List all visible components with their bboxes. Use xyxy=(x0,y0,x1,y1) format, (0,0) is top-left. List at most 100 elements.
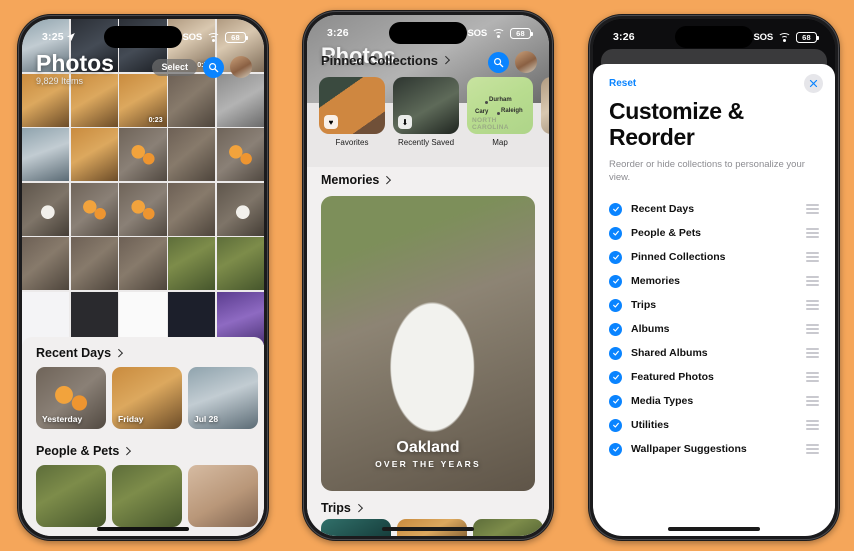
drag-handle-icon[interactable] xyxy=(806,228,819,238)
drag-handle-icon[interactable] xyxy=(806,396,819,406)
checkmark-icon[interactable] xyxy=(609,202,622,216)
trip-card[interactable] xyxy=(321,519,391,536)
drag-handle-icon[interactable] xyxy=(806,372,819,382)
drag-handle-icon[interactable] xyxy=(806,420,819,430)
option-label: Utilities xyxy=(631,419,669,432)
checkmark-icon[interactable] xyxy=(609,370,622,384)
grid-photo[interactable] xyxy=(216,182,264,236)
select-button[interactable]: Select xyxy=(152,58,197,76)
map-dot xyxy=(497,112,500,115)
map-label-cary: Cary xyxy=(475,109,489,115)
people-pet-card[interactable] xyxy=(188,465,258,527)
list-item[interactable]: Media Types xyxy=(593,389,835,413)
drag-handle-icon[interactable] xyxy=(806,204,819,214)
list-item[interactable]: People & Pets xyxy=(593,221,835,245)
people-pets-row[interactable] xyxy=(22,465,264,527)
list-item[interactable]: Shared Albums xyxy=(593,341,835,365)
grid-photo[interactable] xyxy=(168,237,216,290)
search-icon xyxy=(494,57,504,67)
page-title: Photos xyxy=(36,50,114,76)
close-icon xyxy=(809,79,818,88)
battery-indicator: 68 xyxy=(510,27,533,39)
checkmark-icon[interactable] xyxy=(609,394,622,408)
search-button[interactable] xyxy=(203,56,224,78)
video-duration: 0:23 xyxy=(148,116,163,124)
trip-card[interactable] xyxy=(473,519,543,536)
pinned-item-recently-saved[interactable]: ⬇ Recently Saved xyxy=(393,77,459,147)
avatar[interactable] xyxy=(230,56,252,78)
option-label: Recent Days xyxy=(631,203,695,216)
recent-day-card[interactable]: Yesterday xyxy=(36,367,106,429)
drag-handle-icon[interactable] xyxy=(806,252,819,262)
section-header-memories[interactable]: Memories xyxy=(307,167,549,191)
list-item[interactable]: Pinned Collections xyxy=(593,245,835,269)
collections-body: Memories Oakland OVER THE YEARS Trips xyxy=(307,167,549,536)
checkmark-icon[interactable] xyxy=(609,226,622,240)
grid-photo[interactable] xyxy=(216,128,264,181)
grid-photo[interactable] xyxy=(168,128,216,181)
grid-photo[interactable] xyxy=(70,128,118,181)
pinned-collections-row[interactable]: ♥ Favorites ⬇ Recently Saved Durham Rale… xyxy=(319,77,549,147)
drag-handle-icon[interactable] xyxy=(806,444,819,454)
pinned-item-map[interactable]: Durham Raleigh Cary NORTH CAROLINA Map xyxy=(467,77,533,147)
list-item[interactable]: Recent Days xyxy=(593,197,835,221)
grid-photo[interactable] xyxy=(216,237,264,290)
sos-label: SOS xyxy=(753,31,774,43)
pinned-item-favorites[interactable]: ♥ Favorites xyxy=(319,77,385,147)
reset-button[interactable]: Reset xyxy=(609,78,636,89)
list-item[interactable]: Albums xyxy=(593,317,835,341)
section-header-trips[interactable]: Trips xyxy=(307,491,549,519)
home-indicator[interactable] xyxy=(668,527,760,531)
people-pet-card[interactable] xyxy=(36,465,106,527)
checkmark-icon[interactable] xyxy=(609,418,622,432)
header-actions: Select xyxy=(152,51,252,78)
list-item[interactable]: Wallpaper Suggestions xyxy=(593,437,835,461)
checkmark-icon[interactable] xyxy=(609,322,622,336)
home-indicator[interactable] xyxy=(97,527,189,531)
home-indicator[interactable] xyxy=(382,527,474,531)
checkmark-icon[interactable] xyxy=(609,298,622,312)
section-header-recent-days[interactable]: Recent Days xyxy=(22,337,264,367)
list-item[interactable]: Utilities xyxy=(593,413,835,437)
wifi-icon xyxy=(207,32,220,42)
drag-handle-icon[interactable] xyxy=(806,276,819,286)
checkmark-icon[interactable] xyxy=(609,274,622,288)
pinned-item-partial[interactable] xyxy=(541,77,549,147)
checkmark-icon[interactable] xyxy=(609,346,622,360)
recent-day-card[interactable]: Friday xyxy=(112,367,182,429)
drag-handle-icon[interactable] xyxy=(806,324,819,334)
checkmark-icon[interactable] xyxy=(609,250,622,264)
drag-handle-icon[interactable] xyxy=(806,348,819,358)
battery-indicator: 68 xyxy=(796,31,819,43)
grid-photo[interactable] xyxy=(119,182,167,236)
grid-photo[interactable] xyxy=(70,182,118,236)
phone-2-screen: Photos Pinned Collections ♥ Favorites ⬇ … xyxy=(307,15,549,536)
photos-header: Photos 9,829 Items Select xyxy=(22,49,264,86)
checkmark-icon[interactable] xyxy=(609,442,622,456)
grid-photo[interactable] xyxy=(119,237,167,290)
status-indicators: SOS 68 xyxy=(468,27,533,39)
section-header-pinned-collections[interactable]: Pinned Collections xyxy=(321,53,450,68)
section-header-people-pets[interactable]: People & Pets xyxy=(22,429,264,465)
grid-photo[interactable] xyxy=(22,182,70,236)
drag-handle-icon[interactable] xyxy=(806,300,819,310)
recent-day-card[interactable]: Jul 28 xyxy=(188,367,258,429)
search-button[interactable] xyxy=(488,51,509,73)
memory-card[interactable]: Oakland OVER THE YEARS xyxy=(321,196,535,491)
option-label: Memories xyxy=(631,275,681,288)
recent-days-row[interactable]: Yesterday Friday Jul 28 xyxy=(22,367,264,429)
grid-photo[interactable] xyxy=(168,182,216,236)
pinned-thumbnail: ⬇ xyxy=(393,77,459,134)
list-item[interactable]: Trips xyxy=(593,293,835,317)
avatar[interactable] xyxy=(515,51,537,73)
grid-photo[interactable] xyxy=(22,237,70,290)
grid-photo[interactable] xyxy=(22,128,70,181)
grid-photo[interactable] xyxy=(119,128,167,181)
close-button[interactable] xyxy=(804,74,823,93)
people-pet-card[interactable] xyxy=(112,465,182,527)
status-time-group: 3:25 xyxy=(42,31,75,43)
grid-photo[interactable] xyxy=(70,237,118,290)
status-time-group: 3:26 xyxy=(613,31,635,43)
list-item[interactable]: Featured Photos xyxy=(593,365,835,389)
list-item[interactable]: Memories xyxy=(593,269,835,293)
